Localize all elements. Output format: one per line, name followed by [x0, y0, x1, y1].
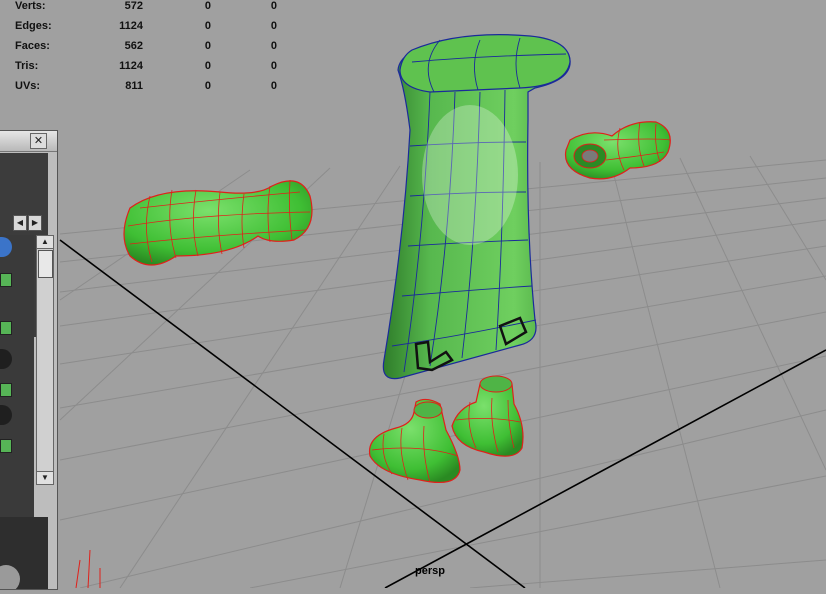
material-swatch[interactable]	[0, 237, 12, 257]
hud-row-tris: Tris: 1124 0 0	[15, 60, 277, 80]
hud-value: 0	[204, 40, 211, 52]
hud-value: 0	[270, 80, 277, 92]
hud-row-verts: Verts: 572 0 0	[15, 0, 277, 20]
tab-scroll-right-button[interactable]: ▶	[28, 215, 42, 231]
selected-mesh-column[interactable]	[382, 34, 571, 380]
hud-label: Faces:	[15, 40, 50, 52]
floating-panel[interactable]: ✕ ◀ ▶ ▲ ▼	[0, 130, 58, 593]
hud-value: 0	[270, 60, 277, 72]
material-swatch[interactable]	[0, 405, 12, 425]
hud-value: 1124	[119, 20, 143, 32]
hud-value: 1124	[119, 60, 143, 72]
hud-value: 0	[204, 80, 211, 92]
material-swatch[interactable]	[0, 273, 12, 287]
hud-value: 0	[204, 60, 211, 72]
hud-row-faces: Faces: 562 0 0	[15, 40, 277, 60]
material-swatch[interactable]	[0, 349, 12, 369]
hud-value: 811	[125, 80, 143, 92]
hud-value: 0	[204, 0, 211, 12]
hud-row-edges: Edges: 1124 0 0	[15, 20, 277, 40]
scroll-up-icon[interactable]: ▲	[37, 236, 53, 249]
hud-row-uvs: UVs: 811 0 0	[15, 80, 277, 100]
scrollbar-thumb[interactable]	[38, 250, 53, 278]
vertical-scrollbar[interactable]: ▲ ▼	[36, 235, 54, 485]
hud-label: Verts:	[15, 0, 46, 12]
hud-label: UVs:	[15, 80, 41, 92]
hud-value: 0	[270, 0, 277, 12]
material-swatch[interactable]	[0, 383, 12, 397]
uv-shell-left[interactable]	[123, 179, 313, 266]
panel-titlebar[interactable]: ✕	[0, 131, 57, 152]
hud-value: 572	[124, 0, 143, 12]
hud-value: 0	[270, 40, 277, 52]
hud-label: Edges:	[15, 20, 52, 32]
material-preview	[0, 517, 48, 593]
hud-label: Tris:	[15, 60, 39, 72]
tab-scroll-left-button[interactable]: ◀	[13, 215, 27, 231]
camera-label: persp	[415, 565, 445, 577]
scroll-down-icon[interactable]: ▼	[37, 471, 53, 484]
hud-value: 0	[204, 20, 211, 32]
material-swatch[interactable]	[0, 439, 12, 453]
hud-value: 562	[124, 40, 143, 52]
hud-value: 0	[270, 20, 277, 32]
poly-count-hud: Verts: 572 0 0 Edges: 1124 0 0 Faces: 56…	[15, 0, 277, 100]
uv-shell-bottom[interactable]	[368, 375, 524, 483]
close-icon[interactable]: ✕	[30, 133, 47, 149]
uv-shell-right[interactable]	[564, 121, 671, 180]
sphere-preview-icon	[0, 565, 20, 593]
material-swatch[interactable]	[0, 321, 12, 335]
partial-shell-edges	[75, 549, 101, 588]
